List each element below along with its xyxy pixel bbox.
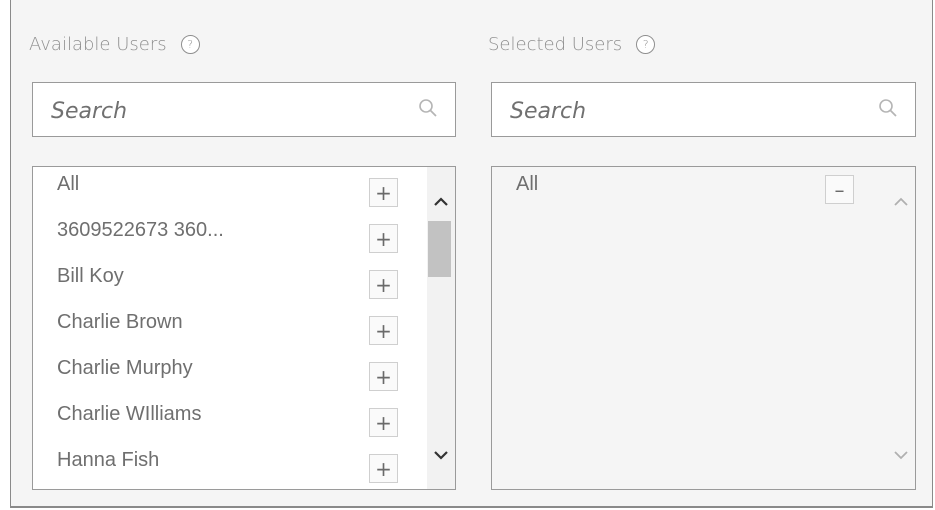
help-icon[interactable]: ? <box>180 35 200 54</box>
list-item[interactable]: 3609522673 360... + <box>33 213 423 259</box>
list-item[interactable]: Charlie Brown + <box>33 305 423 351</box>
add-user-button[interactable]: + <box>369 454 398 483</box>
available-users-panel: Available Users ? All + 3609522673 360..… <box>29 0 458 510</box>
add-user-button[interactable]: + <box>369 270 398 299</box>
chevron-down-icon[interactable] <box>427 444 455 466</box>
list-item[interactable]: All + <box>33 167 423 213</box>
help-icon[interactable]: ? <box>636 35 656 54</box>
add-user-button[interactable]: + <box>369 224 398 253</box>
list-item[interactable]: All – <box>492 167 882 213</box>
selected-search-input[interactable] <box>508 93 852 129</box>
list-item-label: All <box>57 173 80 195</box>
scrollbar-thumb[interactable] <box>428 221 451 277</box>
list-item-label: All <box>516 173 539 195</box>
available-list-scrollbar[interactable] <box>427 167 455 489</box>
list-item[interactable]: Bill Koy + <box>33 259 423 305</box>
list-item[interactable]: Charlie WIlliams + <box>33 397 423 443</box>
add-user-button[interactable]: + <box>369 178 398 207</box>
search-icon[interactable] <box>877 97 899 119</box>
remove-user-button[interactable]: – <box>825 175 854 204</box>
list-item[interactable]: Hanna Fish + <box>33 443 423 489</box>
available-users-list[interactable]: All + 3609522673 360... + Bill Koy + Cha… <box>32 166 456 490</box>
available-users-header: Available Users ? <box>29 34 200 55</box>
chevron-up-icon[interactable] <box>887 191 915 213</box>
list-item-label: 3609522673 360... <box>57 219 224 241</box>
selected-users-title: Selected Users <box>488 34 623 55</box>
add-user-button[interactable]: + <box>369 316 398 345</box>
list-item[interactable]: Charlie Murphy + <box>33 351 423 397</box>
available-search-input[interactable] <box>49 93 393 129</box>
list-item-label: Bill Koy <box>57 265 124 287</box>
list-item-label: Charlie WIlliams <box>57 403 202 425</box>
available-search-box <box>32 82 456 137</box>
selected-list-scrollbar[interactable] <box>887 167 915 489</box>
add-user-button[interactable]: + <box>369 362 398 391</box>
list-item-label: Charlie Murphy <box>57 357 193 379</box>
search-icon[interactable] <box>417 97 439 119</box>
selected-users-panel: Selected Users ? All – <box>488 0 917 510</box>
chevron-down-icon[interactable] <box>887 444 915 466</box>
chevron-up-icon[interactable] <box>427 191 455 213</box>
list-item-label: Hanna Fish <box>57 449 160 471</box>
selected-search-box <box>491 82 916 137</box>
list-item-label: Charlie Brown <box>57 311 183 333</box>
selected-users-header: Selected Users ? <box>488 34 656 55</box>
add-user-button[interactable]: + <box>369 408 398 437</box>
available-users-title: Available Users <box>29 34 167 55</box>
selected-users-list[interactable]: All – <box>491 166 916 490</box>
